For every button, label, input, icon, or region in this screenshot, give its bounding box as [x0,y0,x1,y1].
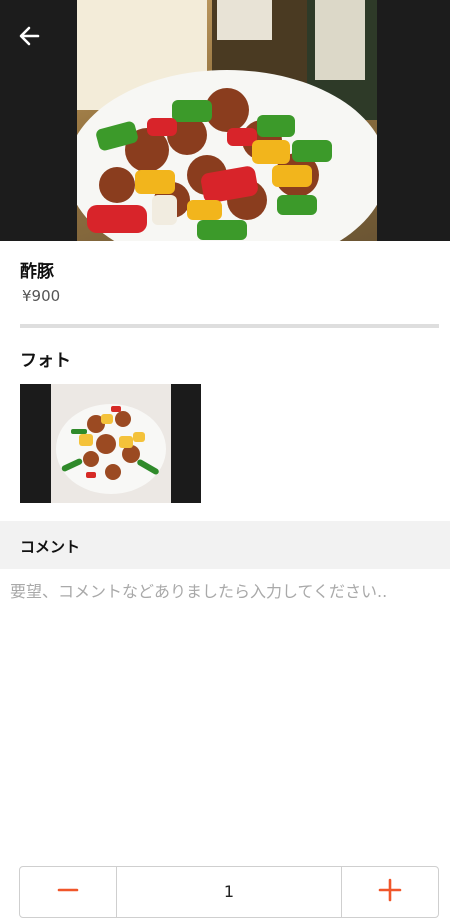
comment-input[interactable] [10,578,442,698]
item-name: 酢豚 [20,262,54,282]
item-hero-image [0,0,450,241]
photos-section-title: フォト [20,351,71,371]
arrow-left-icon [19,26,40,46]
increase-quantity-button[interactable] [341,867,438,917]
section-divider [20,324,439,328]
sweet-and-sour-pork-photo [77,0,377,241]
item-price: ¥900 [22,287,61,305]
decrease-quantity-button[interactable] [20,867,117,917]
minus-icon [57,888,79,892]
plus-icon [378,878,402,902]
photo-thumbnail[interactable] [20,384,201,503]
comment-section-title: コメント [20,538,81,556]
back-button[interactable] [12,18,48,54]
quantity-stepper: 1 [19,866,439,918]
thumbnail-dish-photo [51,384,171,503]
quantity-value: 1 [223,882,235,901]
comment-section-header: コメント [0,521,450,569]
